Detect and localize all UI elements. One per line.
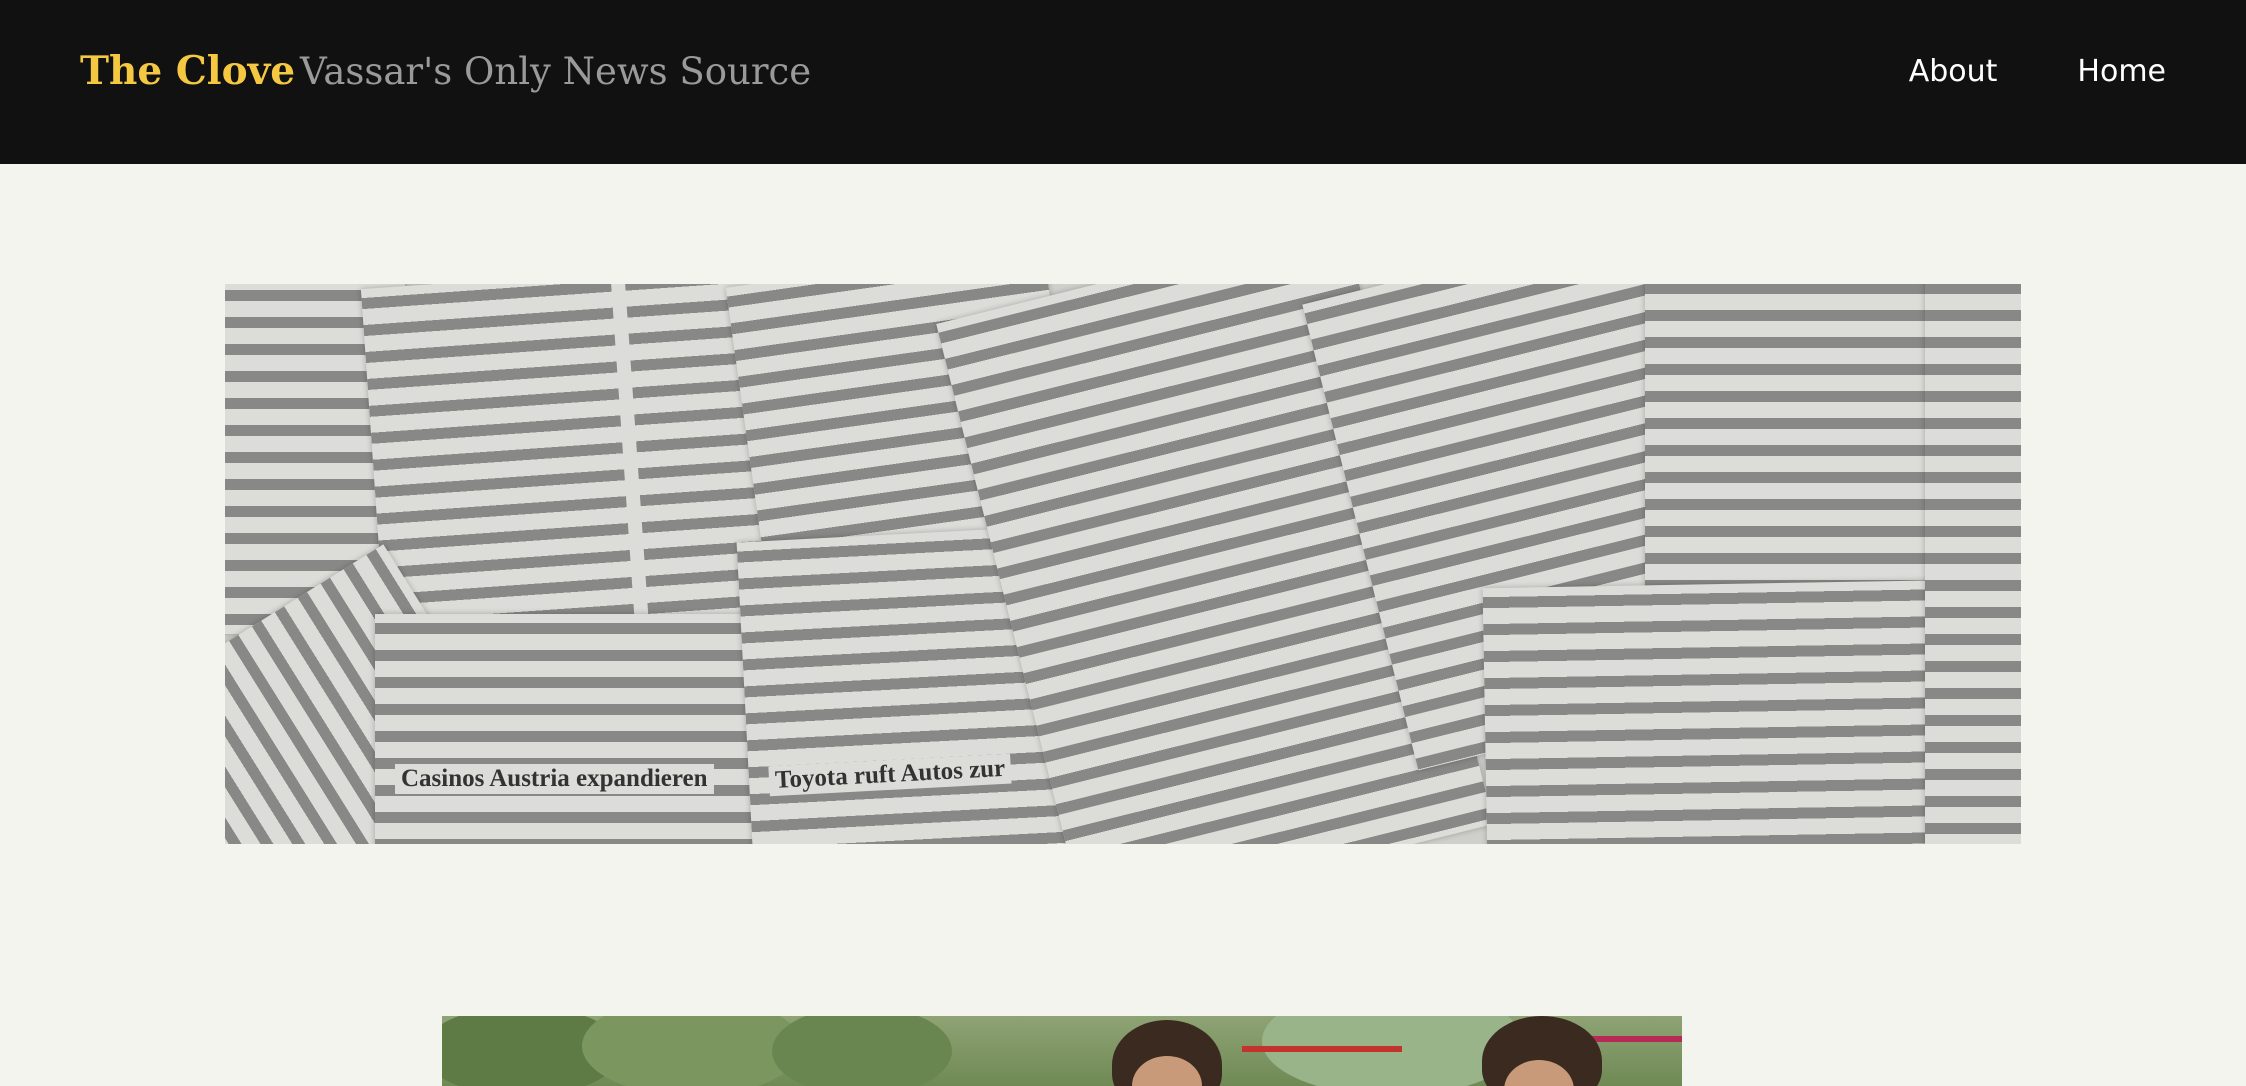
main-nav: About Home — [1909, 54, 2166, 89]
paper-piece — [1925, 284, 2021, 844]
newspaper-banner-image: Casinos Austria expandieren Toyota ruft … — [225, 284, 2021, 844]
article-photo — [442, 1016, 1682, 1086]
paper-piece — [1645, 284, 1925, 594]
site-title-link[interactable]: The Clove — [80, 48, 295, 94]
site-tagline: Vassar's Only News Source — [300, 50, 812, 93]
headline-casinos: Casinos Austria expandieren — [395, 764, 714, 794]
paper-piece: Casinos Austria expandieren — [375, 614, 755, 844]
site-header: The Clove Vassar's Only News Source Abou… — [0, 0, 2246, 164]
nav-about-link[interactable]: About — [1909, 54, 1998, 89]
paper-piece — [1482, 579, 1968, 844]
nav-home-link[interactable]: Home — [2077, 54, 2166, 89]
